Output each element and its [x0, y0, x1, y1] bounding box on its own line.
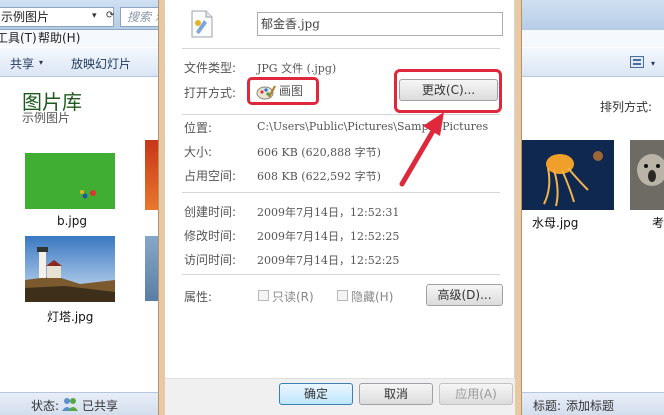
size-on-disk-label: 占用空间: [184, 169, 237, 183]
thumbnail-jellyfish[interactable] [522, 140, 614, 210]
thumbnail-label-lighthouse: 灯塔.jpg [47, 310, 94, 324]
open-with-highlight [247, 77, 319, 105]
file-type-value: JPG 文件 (.jpg) [257, 62, 337, 75]
location-value: C:\Users\Public\Pictures\Sample Pictures [257, 120, 489, 133]
accessed-value: 2009年7月14日，12:52:25 [257, 254, 400, 267]
thumbnail-label-b: b.jpg [57, 214, 87, 228]
thumbnail-koala[interactable] [630, 140, 664, 210]
menu-help[interactable]: 帮助(H) [38, 30, 80, 47]
attributes-label: 属性: [184, 290, 213, 304]
file-type-label: 文件类型: [184, 61, 237, 75]
filename-field[interactable]: 郁金香.jpg [257, 12, 503, 36]
thumbnail-b[interactable] [25, 153, 115, 209]
share-dropdown-icon[interactable]: ▾ [39, 58, 43, 67]
share-button[interactable]: 共享 [10, 55, 34, 72]
address-dropdown-icon[interactable]: ▾ [92, 11, 97, 21]
search-input[interactable]: 搜索 示 [120, 7, 160, 27]
accessed-label: 访问时间: [184, 253, 237, 267]
created-value: 2009年7月14日，12:52:31 [257, 206, 400, 219]
change-button-highlight [394, 69, 502, 113]
status-tags-label: 标题: [533, 399, 562, 413]
separator [182, 114, 500, 115]
jellyfish-image-preview [522, 140, 614, 210]
advanced-button[interactable]: 高级(D)... [426, 284, 503, 306]
open-with-label: 打开方式: [184, 86, 237, 100]
thumbnail-lighthouse[interactable] [25, 236, 115, 302]
readonly-checkbox-label[interactable]: 只读(R) [272, 288, 314, 305]
readonly-checkbox[interactable] [258, 290, 269, 301]
refresh-icon[interactable]: ⟳ [106, 11, 116, 21]
jpg-file-icon [191, 10, 213, 38]
created-label: 创建时间: [184, 205, 237, 219]
ok-button[interactable]: 确定 [279, 383, 353, 405]
slideshow-button[interactable]: 放映幻灯片 [71, 55, 131, 72]
separator [182, 274, 500, 275]
properties-dialog [165, 0, 515, 378]
lighthouse-image-preview [25, 236, 115, 302]
cancel-button[interactable]: 取消 [359, 383, 433, 405]
modified-value: 2009年7月14日，12:52:25 [257, 230, 400, 243]
koala-image-preview [630, 140, 664, 210]
shared-users-icon [62, 398, 78, 411]
titlebar-right-area [519, 0, 664, 30]
thumbnail-label-koala: 考 [652, 216, 664, 230]
size-value: 606 KB (620,888 字节) [257, 146, 381, 159]
thumbnail-label-jellyfish: 水母.jpg [532, 216, 579, 230]
green-image-preview [25, 153, 115, 209]
separator [182, 192, 500, 193]
modified-label: 修改时间: [184, 229, 237, 243]
hidden-checkbox[interactable] [337, 290, 348, 301]
status-label: 状态: [31, 399, 60, 413]
thumbnail-partial-orange[interactable] [145, 140, 158, 210]
size-label: 大小: [184, 145, 213, 159]
separator [182, 48, 500, 49]
thumbnail-partial-blue[interactable] [145, 236, 158, 301]
watermark-text: shenmezhidao [568, 360, 649, 373]
view-options-icon[interactable] [630, 56, 644, 68]
status-add-tag[interactable]: 添加标题 [566, 397, 614, 414]
status-shared: 已共享 [82, 399, 119, 413]
apply-button[interactable]: 应用(A) [439, 383, 513, 405]
menu-tools[interactable]: 工具(T) [0, 30, 37, 47]
hidden-checkbox-label[interactable]: 隐藏(H) [351, 288, 393, 305]
library-subtitle: 示例图片 [22, 111, 71, 125]
location-label: 位置: [184, 121, 213, 135]
arrange-by-label[interactable]: 排列方式: [600, 98, 652, 115]
view-dropdown-icon[interactable]: ▾ [651, 59, 655, 68]
size-on-disk-value: 608 KB (622,592 字节) [257, 170, 381, 183]
